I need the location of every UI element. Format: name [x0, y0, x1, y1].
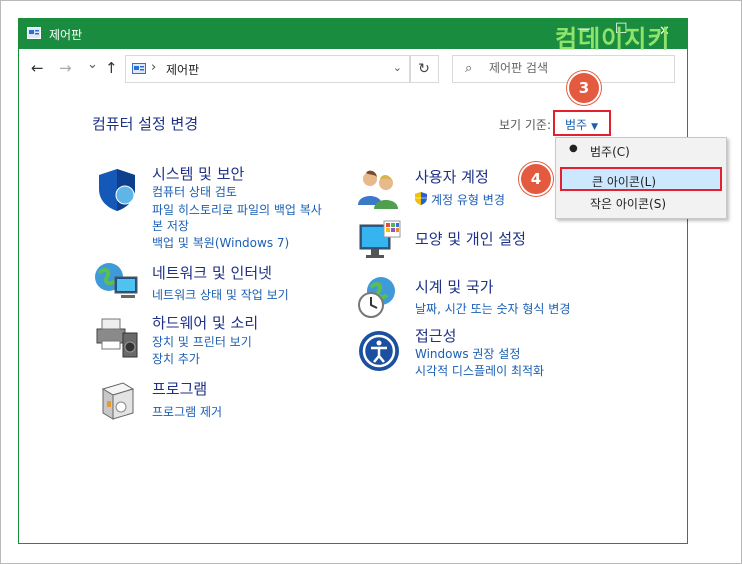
link-recommended-settings[interactable]: Windows 권장 설정: [415, 345, 520, 362]
menu-item-large-icons-label: 큰 아이콘(L): [592, 175, 657, 189]
step-badge-4: 4: [519, 162, 553, 196]
link-date-time-format[interactable]: 날짜, 시간 또는 숫자 형식 변경: [415, 300, 570, 317]
address-bar[interactable]: › 제어판 ⌄: [125, 55, 411, 83]
link-network-status[interactable]: 네트워크 상태 및 작업 보기: [152, 286, 289, 303]
menu-item-category-label: 범주(C): [590, 145, 630, 159]
link-file-history-cont[interactable]: 본 저장: [152, 217, 189, 234]
accessibility-icon: [359, 331, 399, 371]
search-icon: ⌕: [465, 61, 473, 76]
category-title-programs[interactable]: 프로그램: [152, 378, 207, 399]
category-title-clock[interactable]: 시계 및 국가: [415, 276, 494, 297]
link-uninstall-program[interactable]: 프로그램 제거: [152, 403, 222, 420]
uac-shield-icon: [415, 192, 427, 205]
menu-item-small-icons-label: 작은 아이콘(S): [590, 197, 666, 211]
category-title-access[interactable]: 접근성: [415, 325, 456, 346]
caret-down-icon: ▼: [591, 122, 599, 132]
control-panel-icon: [132, 63, 146, 74]
up-button[interactable]: ↑: [105, 59, 118, 77]
display-personalization-icon: [359, 220, 401, 258]
link-review-status[interactable]: 컴퓨터 상태 검토: [152, 183, 237, 200]
forward-button[interactable]: →: [59, 59, 72, 77]
category-title-network[interactable]: 네트워크 및 인터넷: [152, 262, 272, 283]
view-by-label: 보기 기준:: [499, 118, 552, 132]
chevron-down-icon[interactable]: ⌄: [393, 61, 402, 74]
link-add-device[interactable]: 장치 추가: [152, 350, 200, 367]
page-title: 컴퓨터 설정 변경: [92, 115, 199, 133]
control-panel-icon: [27, 27, 41, 39]
category-title-appearance[interactable]: 모양 및 개인 설정: [415, 228, 526, 249]
refresh-button[interactable]: ↻: [409, 55, 439, 83]
step-badge-3: 3: [567, 71, 601, 105]
network-globe-icon: [95, 263, 138, 298]
program-box-icon: [101, 382, 135, 420]
menu-item-small-icons[interactable]: 작은 아이콘(S): [560, 192, 722, 214]
link-file-history[interactable]: 파일 히스토리로 파일의 백업 복사: [152, 201, 322, 218]
category-title-system[interactable]: 시스템 및 보안: [152, 163, 244, 184]
view-by-dropdown[interactable]: 범주 ▼: [553, 110, 611, 136]
selected-bullet-icon: ●: [569, 143, 578, 154]
printer-icon: [96, 318, 138, 358]
link-backup-restore[interactable]: 백업 및 복원(Windows 7): [152, 234, 289, 251]
address-path: 제어판: [166, 63, 200, 77]
window-title: 제어판: [49, 28, 83, 42]
category-title-hardware[interactable]: 하드웨어 및 소리: [152, 312, 258, 333]
link-optimize-display[interactable]: 시각적 디스플레이 최적화: [415, 362, 544, 379]
view-by-value: 범주: [565, 118, 588, 132]
shield-icon: [99, 169, 135, 211]
clock-globe-icon: [358, 277, 395, 318]
category-title-users[interactable]: 사용자 계정: [415, 166, 489, 187]
recent-locations-button[interactable]: ⌄: [87, 57, 98, 72]
link-change-account-type[interactable]: 계정 유형 변경: [431, 191, 505, 208]
view-by-menu: ● 범주(C) 큰 아이콘(L) 작은 아이콘(S): [555, 137, 727, 219]
link-devices-printers[interactable]: 장치 및 프린터 보기: [152, 333, 252, 350]
watermark-logo: 컴데이지키: [555, 25, 671, 53]
chevron-right-icon: ›: [151, 60, 157, 75]
users-icon: [358, 170, 398, 209]
menu-item-large-icons[interactable]: 큰 아이콘(L): [560, 167, 722, 191]
menu-item-category[interactable]: ● 범주(C): [560, 140, 722, 162]
search-box[interactable]: ⌕: [452, 55, 675, 83]
